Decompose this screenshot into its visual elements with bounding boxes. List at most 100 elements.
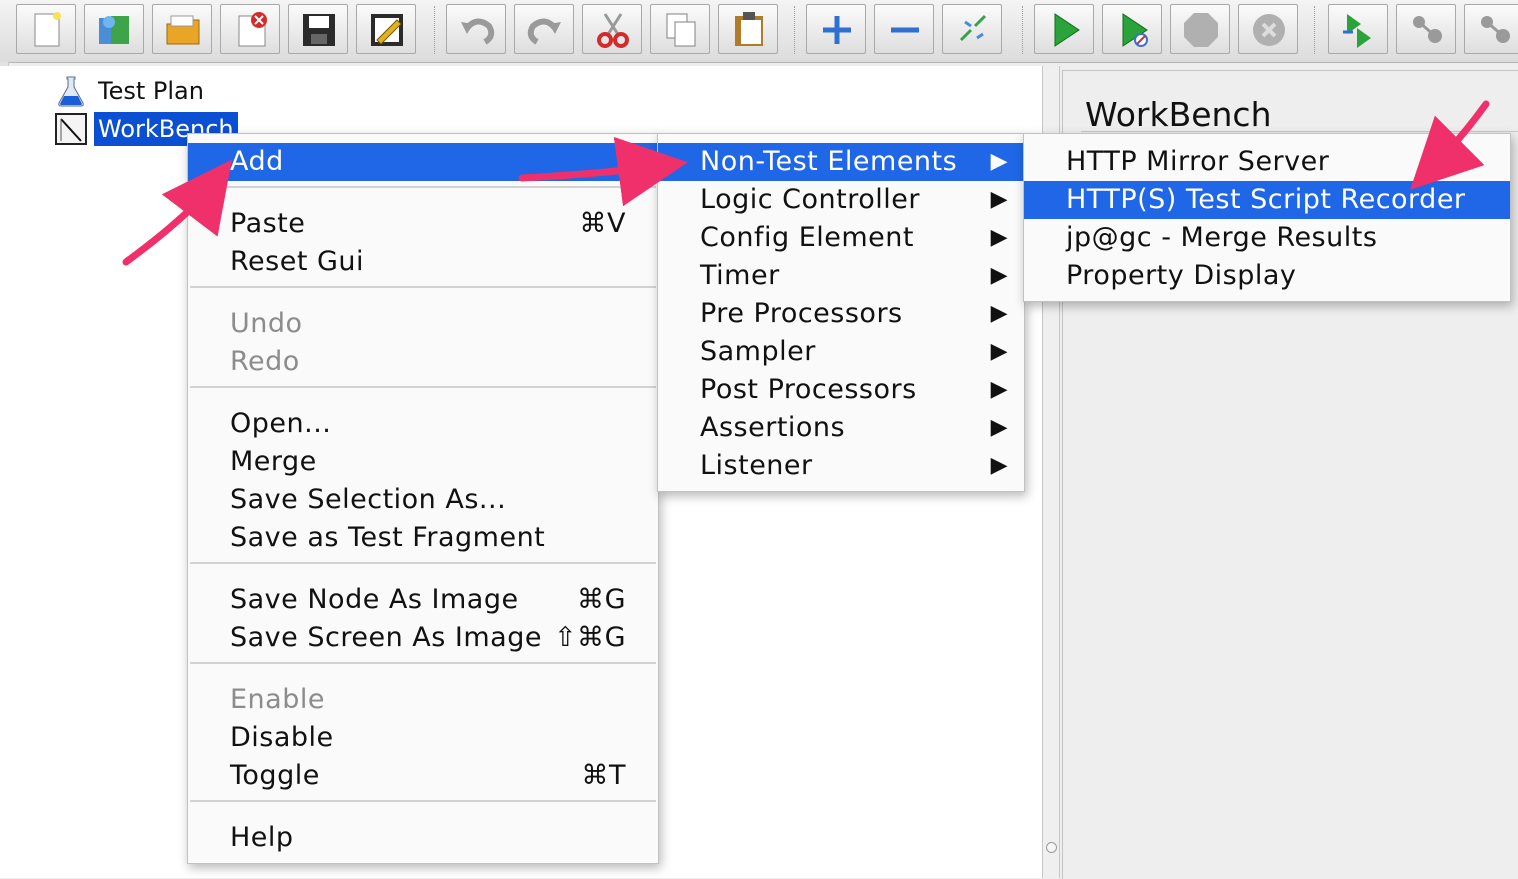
menu-item-label: Save Screen As Image — [230, 622, 542, 653]
submenu-item-pre-processors[interactable]: Pre Processors ▶ — [658, 295, 1024, 333]
menu-item-reset-gui[interactable]: Reset Gui — [188, 243, 658, 281]
remote-stop-icon — [1413, 16, 1442, 43]
submenu-item-http-s-test-script-recorder[interactable]: HTTP(S) Test Script Recorder — [1024, 181, 1510, 219]
menu-item-save-as-test-fragment[interactable]: Save as Test Fragment — [188, 519, 658, 557]
toolbar-separator — [1022, 6, 1024, 54]
paste-icon — [735, 12, 763, 46]
non-test-elements-submenu[interactable]: HTTP Mirror Server HTTP(S) Test Script Re… — [1023, 133, 1511, 302]
workbench-icon — [55, 113, 87, 145]
submenu-arrow-icon: ▶ — [990, 149, 1008, 174]
menu-item-label: Save Node As Image — [230, 584, 519, 615]
menu-item-save-screen-as-image[interactable]: Save Screen As Image ⇧⌘G — [188, 619, 658, 657]
scrollbar-knob[interactable] — [1046, 842, 1057, 853]
edit-icon — [371, 14, 403, 46]
submenu-arrow-icon: ▶ — [990, 225, 1008, 250]
templates-button[interactable] — [84, 4, 144, 54]
expand-button[interactable] — [806, 4, 866, 54]
menu-item-shortcut: ⌘V — [579, 208, 626, 239]
toggle-icon — [959, 14, 987, 42]
menu-item-label: Open... — [230, 408, 332, 439]
toggle-button[interactable] — [942, 4, 1002, 54]
remote-shutdown-button[interactable] — [1464, 4, 1518, 54]
menu-item-label: Save as Test Fragment — [230, 522, 546, 553]
menu-item-paste[interactable]: Paste ⌘V — [188, 205, 658, 243]
menu-item-label: Paste — [230, 208, 306, 239]
remote-start-button[interactable] — [1328, 4, 1388, 54]
start-button[interactable] — [1034, 4, 1094, 54]
menu-item-shortcut: ⌘G — [577, 584, 626, 615]
remote-start-icon — [1343, 14, 1371, 48]
menu-item-disable[interactable]: Disable — [188, 719, 658, 757]
submenu-item-property-display[interactable]: Property Display — [1024, 257, 1510, 295]
menu-item-label: Property Display — [1066, 260, 1297, 291]
close-icon — [238, 12, 267, 47]
context-menu[interactable]: Add Paste ⌘V Reset Gui Undo Redo Open... Merge S… — [187, 133, 659, 864]
menu-item-toggle[interactable]: Toggle ⌘T — [188, 757, 658, 795]
menu-item-label: Listener — [700, 450, 813, 481]
menu-separator — [190, 386, 656, 388]
submenu-item-sampler[interactable]: Sampler ▶ — [658, 333, 1024, 371]
submenu-arrow-icon: ▶ — [990, 301, 1008, 326]
tree-label: Test Plan — [98, 77, 204, 105]
submenu-arrow-icon: ▶ — [990, 453, 1008, 478]
menu-item-label: Non-Test Elements — [700, 146, 958, 177]
shutdown-button[interactable] — [1238, 4, 1298, 54]
menu-item-add[interactable]: Add — [188, 143, 658, 181]
remote-stop-button[interactable] — [1396, 4, 1456, 54]
submenu-item-jp-gc-merge-results[interactable]: jp@gc - Merge Results — [1024, 219, 1510, 257]
submenu-item-timer[interactable]: Timer ▶ — [658, 257, 1024, 295]
redo-icon — [527, 18, 561, 45]
collapse-button[interactable] — [874, 4, 934, 54]
panel-title: WorkBench — [1085, 95, 1272, 134]
stop-button[interactable] — [1170, 4, 1230, 54]
add-submenu[interactable]: Non-Test Elements ▶ Logic Controller ▶ Confi… — [657, 133, 1025, 492]
open-button[interactable] — [152, 4, 212, 54]
submenu-item-config-element[interactable]: Config Element ▶ — [658, 219, 1024, 257]
menu-item-undo: Undo — [188, 305, 658, 343]
stop-icon — [1184, 13, 1218, 47]
submenu-item-http-mirror-server[interactable]: HTTP Mirror Server — [1024, 143, 1510, 181]
menu-item-merge[interactable]: Merge — [188, 443, 658, 481]
edit-button[interactable] — [356, 4, 416, 54]
submenu-arrow-icon: ▶ — [990, 415, 1008, 440]
menu-item-label: jp@gc - Merge Results — [1066, 222, 1378, 253]
redo-button[interactable] — [514, 4, 574, 54]
menu-item-label: Undo — [230, 308, 303, 339]
undo-button[interactable] — [446, 4, 506, 54]
new-button[interactable] — [16, 4, 76, 54]
shutdown-icon — [1253, 14, 1285, 46]
submenu-item-non-test-elements[interactable]: Non-Test Elements ▶ — [658, 143, 1024, 181]
menu-separator — [190, 186, 656, 188]
menu-item-label: Logic Controller — [700, 184, 920, 215]
menu-item-help[interactable]: Help — [188, 819, 658, 857]
start-no-pauses-icon — [1122, 13, 1148, 47]
toolbar-separator — [434, 6, 436, 54]
submenu-item-logic-controller[interactable]: Logic Controller ▶ — [658, 181, 1024, 219]
menu-item-label: Toggle — [230, 760, 320, 791]
submenu-arrow-icon: ▶ — [990, 263, 1008, 288]
submenu-item-assertions[interactable]: Assertions ▶ — [658, 409, 1024, 447]
cut-button[interactable] — [582, 4, 642, 54]
copy-button[interactable] — [650, 4, 710, 54]
save-button[interactable] — [288, 4, 348, 54]
close-button[interactable] — [220, 4, 280, 54]
divider — [1081, 131, 1518, 132]
paste-button[interactable] — [718, 4, 778, 54]
submenu-item-listener[interactable]: Listener ▶ — [658, 447, 1024, 485]
submenu-item-post-processors[interactable]: Post Processors ▶ — [658, 371, 1024, 409]
remote-shutdown-icon — [1481, 16, 1510, 43]
menu-item-open[interactable]: Open... — [188, 405, 658, 443]
start-icon — [1054, 13, 1080, 47]
menu-item-redo: Redo — [188, 343, 658, 381]
start-no-pauses-button[interactable] — [1102, 4, 1162, 54]
menu-item-save-selection-as[interactable]: Save Selection As... — [188, 481, 658, 519]
menu-item-label: Reset Gui — [230, 246, 365, 277]
menu-item-save-node-as-image[interactable]: Save Node As Image ⌘G — [188, 581, 658, 619]
menu-item-label: Add — [230, 146, 284, 177]
copy-icon — [666, 13, 696, 47]
menu-item-label: Timer — [700, 260, 780, 291]
menu-item-label: Config Element — [700, 222, 914, 253]
menu-item-shortcut: ⌘T — [581, 760, 626, 791]
menu-item-label: Save Selection As... — [230, 484, 507, 515]
menu-item-label: Redo — [230, 346, 300, 377]
